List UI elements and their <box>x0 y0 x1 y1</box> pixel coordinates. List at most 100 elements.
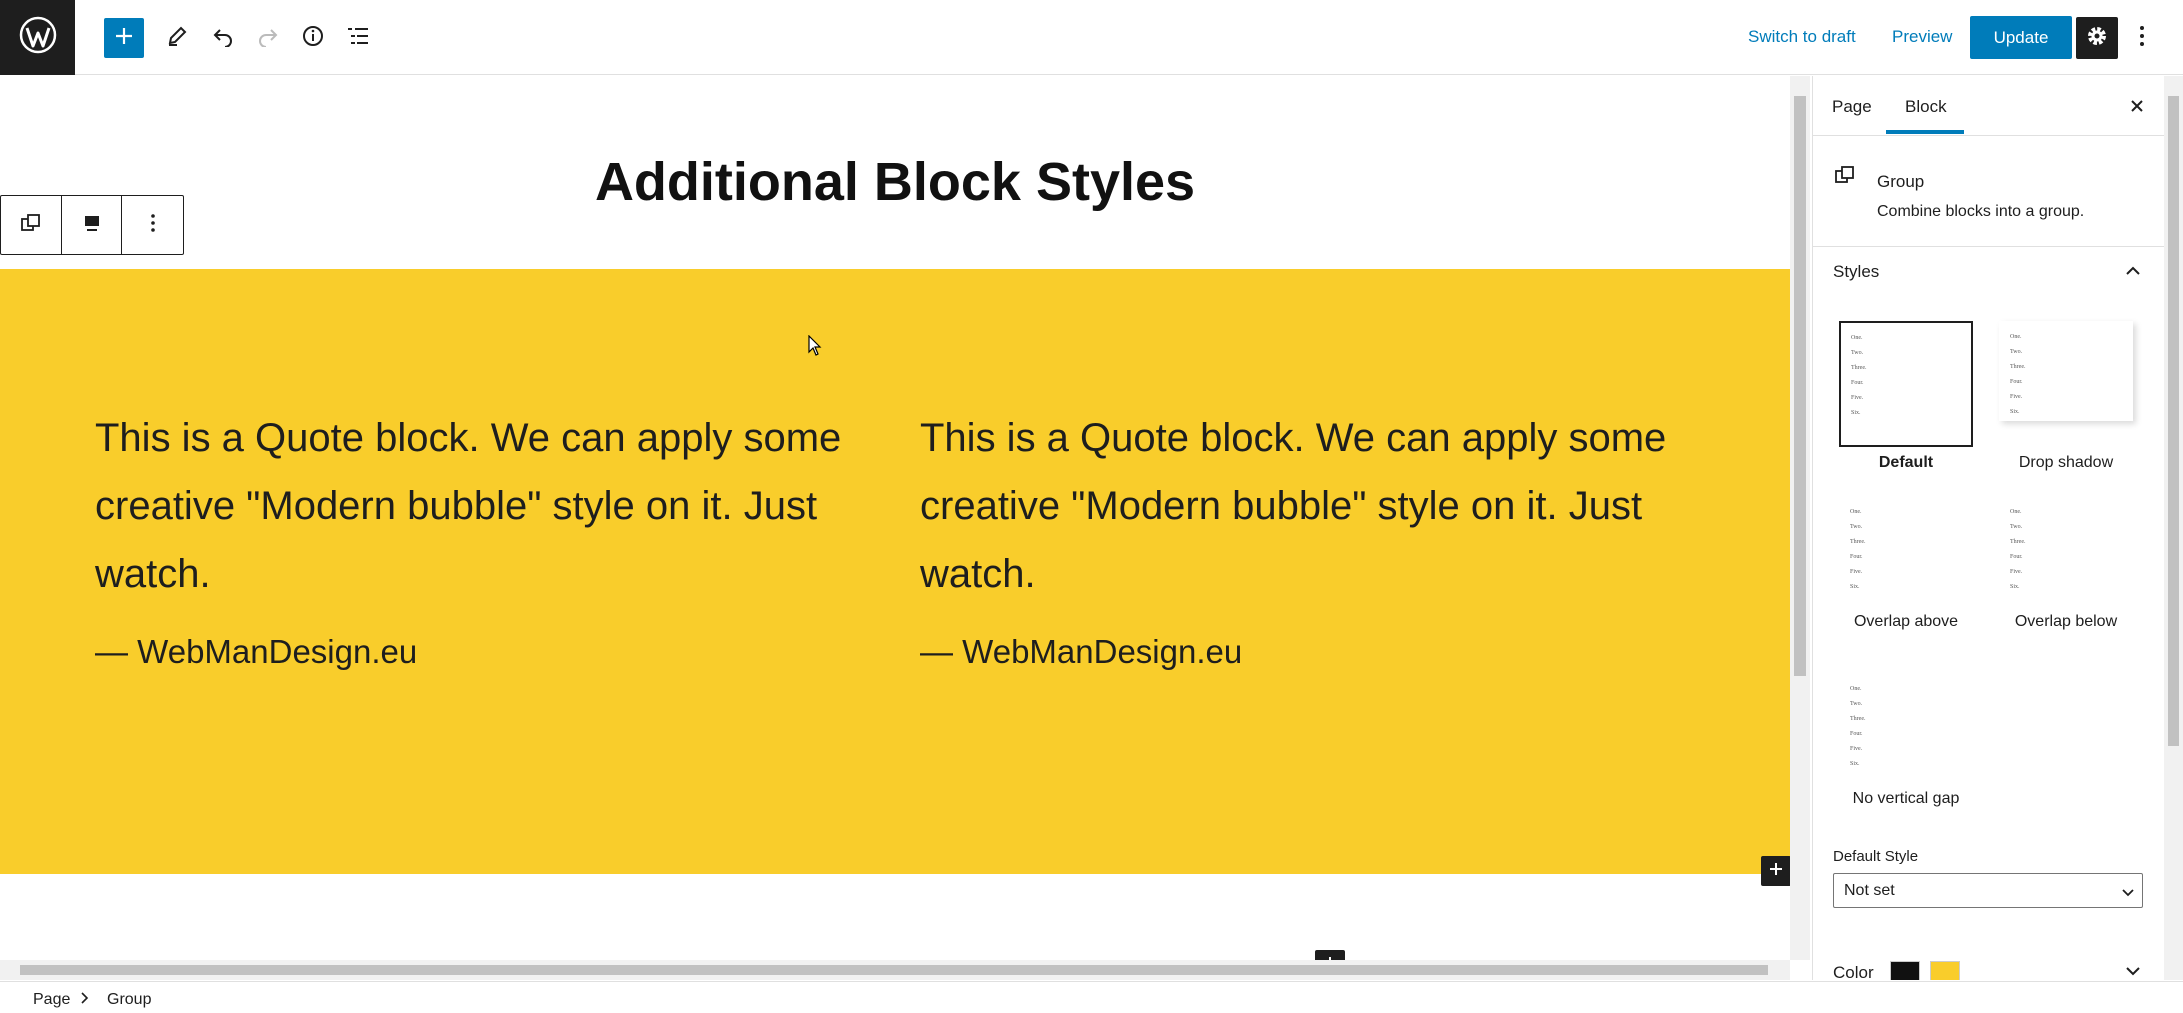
preview-line: Four. <box>1851 380 1864 386</box>
block-inserter-button[interactable] <box>104 18 144 58</box>
style-variation-overlap-above[interactable]: One. Two. Three. Four. Five. Six. Overlap abo… <box>1831 496 1981 631</box>
styles-panel-toggle[interactable] <box>2115 256 2151 288</box>
tab-page[interactable]: Page <box>1832 97 1872 117</box>
editor-header: Switch to draft Preview Update <box>0 0 2183 75</box>
preview-line: Six. <box>2010 409 2020 415</box>
settings-button[interactable] <box>2076 17 2118 59</box>
default-style-select[interactable]: Not set <box>1833 873 2143 908</box>
preview-line: Four. <box>2010 554 2023 560</box>
block-card: Group Combine blocks into a group. <box>1813 137 2164 247</box>
style-label: No vertical gap <box>1852 790 1960 807</box>
update-button[interactable]: Update <box>1970 16 2072 59</box>
canvas-horizontal-scrollbar[interactable] <box>0 960 1790 980</box>
plus-icon <box>1768 861 1784 882</box>
tools-button[interactable] <box>157 18 197 58</box>
style-variation-drop-shadow[interactable]: One. Two. Three. Four. Five. Six. Drop shadow <box>1991 321 2141 472</box>
preview-line: Three. <box>2010 539 2026 545</box>
pencil-icon <box>166 25 188 52</box>
sidebar-tabs: Page Block <box>1813 76 2164 136</box>
quote-block[interactable]: This is a Quote block. We can apply some… <box>920 404 1710 671</box>
style-preview: One. Two. Three. Four. Five. Six. <box>1999 496 2133 606</box>
style-label: Overlap below <box>2014 613 2118 630</box>
breadcrumb-item-group[interactable]: Group <box>107 991 151 1009</box>
block-options-button[interactable] <box>122 196 183 254</box>
breadcrumb-item-page[interactable]: Page <box>33 991 70 1009</box>
preview-line: Three. <box>1850 716 1866 722</box>
style-variation-overlap-below[interactable]: One. Two. Three. Four. Five. Six. Overlap bel… <box>1991 496 2141 631</box>
close-sidebar-button[interactable] <box>2123 94 2151 122</box>
preview-line: Five. <box>2010 569 2023 575</box>
preview-line: Five. <box>1851 395 1864 401</box>
add-block-after-button[interactable] <box>1315 950 1345 960</box>
scrollbar-thumb[interactable] <box>2168 96 2179 746</box>
settings-sidebar: Page Block Group Combine blocks into a g… <box>1812 76 2164 980</box>
plus-icon <box>114 26 134 51</box>
list-view-button[interactable] <box>338 18 378 58</box>
quote-block[interactable]: This is a Quote block. We can apply some… <box>95 404 885 671</box>
color-panel-title[interactable]: Color <box>1833 963 1874 980</box>
preview-line: Five. <box>1850 569 1863 575</box>
canvas-vertical-scrollbar[interactable] <box>1790 76 1810 960</box>
chevron-down-icon <box>2125 963 2141 980</box>
chevron-down-icon <box>2122 884 2134 902</box>
list-view-icon <box>346 25 370 52</box>
text-color-swatch[interactable] <box>1890 961 1920 980</box>
close-icon <box>2130 99 2144 118</box>
page-title[interactable]: Additional Block Styles <box>0 151 1790 213</box>
options-button[interactable] <box>2127 18 2157 58</box>
block-editor: Switch to draft Preview Update Additiona… <box>0 0 2183 1013</box>
preview-button[interactable]: Preview <box>1892 27 1952 47</box>
group-icon <box>20 212 42 239</box>
quote-text[interactable]: This is a Quote block. We can apply some… <box>95 404 885 608</box>
preview-line: Three. <box>2010 364 2026 370</box>
preview-line: One. <box>2010 334 2022 340</box>
preview-line: One. <box>1851 335 1863 341</box>
style-label: Default <box>1878 454 1934 471</box>
block-card-title: Group <box>1877 172 1925 191</box>
active-tab-indicator <box>1886 130 1964 134</box>
wordpress-logo[interactable] <box>0 0 75 75</box>
details-button[interactable] <box>293 18 333 58</box>
quote-citation[interactable]: — WebManDesign.eu <box>95 633 885 671</box>
scrollbar-thumb[interactable] <box>1794 96 1806 676</box>
scrollbar-thumb[interactable] <box>20 965 1768 975</box>
chevron-right-icon <box>79 991 89 1010</box>
add-block-inside-button[interactable] <box>1761 856 1790 886</box>
preview-line: Five. <box>1850 746 1863 752</box>
align-icon <box>81 212 103 239</box>
group-block[interactable]: This is a Quote block. We can apply some… <box>0 269 1790 874</box>
preview-line: Four. <box>1850 731 1863 737</box>
more-vertical-icon <box>150 213 156 238</box>
default-style-value: Not set <box>1844 882 1895 899</box>
background-color-swatch[interactable] <box>1930 961 1960 980</box>
style-variation-default[interactable]: One. Two. Three. Four. Five. Six. Default <box>1831 321 1981 472</box>
preview-line: Six. <box>1850 761 1860 767</box>
block-toolbar <box>0 195 184 255</box>
chevron-up-icon <box>2125 263 2141 281</box>
default-style-label: Default Style <box>1833 848 1919 865</box>
quote-citation[interactable]: — WebManDesign.eu <box>920 633 1710 671</box>
preview-line: Two. <box>1851 350 1864 356</box>
style-preview: One. Two. Three. Four. Five. Six. <box>1999 321 2133 421</box>
sidebar-scrollbar[interactable] <box>2164 76 2183 980</box>
align-button[interactable] <box>62 196 123 254</box>
editor-canvas: Additional Block Styles This is a Quote <box>0 76 1790 960</box>
preview-line: Two. <box>1850 701 1863 707</box>
style-label: Drop shadow <box>2018 454 2114 471</box>
preview-line: Two. <box>2010 349 2023 355</box>
color-panel-toggle[interactable] <box>2119 958 2147 980</box>
redo-button[interactable] <box>248 18 288 58</box>
switch-to-draft-button[interactable]: Switch to draft <box>1748 27 1856 47</box>
style-preview: One. Two. Three. Four. Five. Six. <box>1839 321 1973 447</box>
block-type-switcher[interactable] <box>1 196 62 254</box>
gear-icon <box>2084 23 2110 54</box>
undo-button[interactable] <box>203 18 243 58</box>
tab-block[interactable]: Block <box>1905 97 1947 117</box>
preview-line: Two. <box>2010 524 2023 530</box>
preview-line: Four. <box>2010 379 2023 385</box>
styles-panel-title[interactable]: Styles <box>1833 262 1879 282</box>
info-icon <box>301 24 325 53</box>
preview-line: Three. <box>1850 539 1866 545</box>
style-variation-no-vertical-gap[interactable]: One. Two. Three. Four. Five. Six. No vertical… <box>1831 673 1981 808</box>
quote-text[interactable]: This is a Quote block. We can apply some… <box>920 404 1710 608</box>
